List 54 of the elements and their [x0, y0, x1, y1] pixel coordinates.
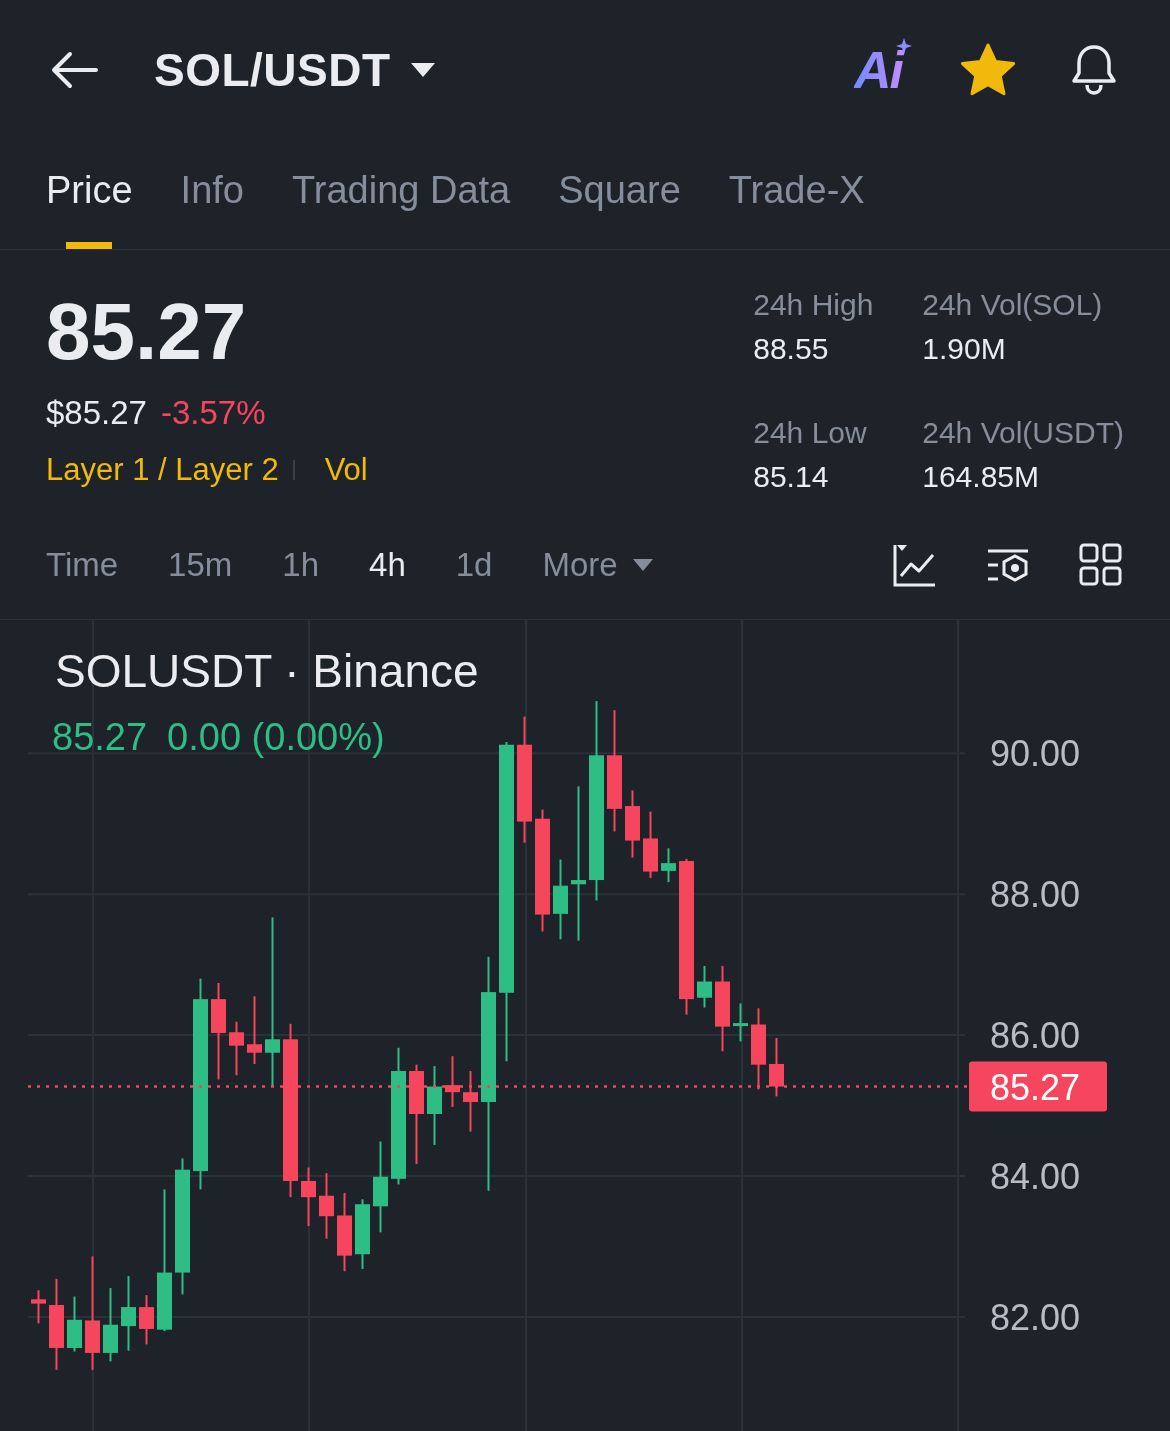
- candlestick: [301, 1166, 316, 1228]
- usd-price: $85.27: [46, 394, 147, 432]
- interval-option[interactable]: 15m: [168, 545, 233, 584]
- price-change: -3.57%: [160, 394, 266, 432]
- category-tag[interactable]: Layer 1 / Layer 2: [46, 452, 279, 488]
- candlestick: [661, 847, 676, 884]
- category-tag[interactable]: Vol: [324, 452, 368, 488]
- interval-option[interactable]: 1d: [455, 545, 493, 584]
- candlestick: [247, 995, 262, 1065]
- axis-label: 90.00: [990, 733, 1081, 775]
- legend-price: 85.27: [52, 716, 148, 759]
- tab[interactable]: Square: [558, 140, 681, 249]
- candlestick: [445, 1055, 460, 1108]
- stat-value: 1.90M: [922, 332, 1007, 366]
- ref-line-label: 85.27: [990, 1066, 1081, 1108]
- stat-label: 24h Low: [753, 416, 868, 450]
- price-tag: 85.27: [969, 1061, 1107, 1112]
- stat-value: 164.85M: [922, 460, 1040, 494]
- back-arrow-icon[interactable]: [50, 50, 98, 90]
- caret-icon[interactable]: [408, 61, 437, 79]
- stat-label: 24h Vol(SOL): [922, 288, 1104, 322]
- candlestick: [31, 1289, 46, 1325]
- axis-label: 86.00: [990, 1015, 1081, 1057]
- candlestick: [67, 1295, 82, 1353]
- star-icon[interactable]: [960, 43, 1016, 97]
- stat-value: 88.55: [753, 332, 830, 366]
- last-price: 85.27: [46, 292, 248, 372]
- tab[interactable]: Price: [46, 140, 133, 249]
- stat-value: 85.14: [753, 460, 830, 494]
- tab[interactable]: Trading Data: [291, 140, 511, 249]
- chart-symbol: SOLUSDT · Binance: [55, 644, 479, 698]
- axis-label: 88.00: [990, 874, 1081, 916]
- axis-label: 82.00: [990, 1296, 1081, 1338]
- grid-icon[interactable]: [1078, 541, 1124, 588]
- candlestick: [319, 1172, 334, 1240]
- candlestick: [643, 810, 658, 879]
- interval-option[interactable]: 1h: [282, 545, 320, 584]
- interval-option[interactable]: 4h: [369, 545, 406, 584]
- stat-label: 24h Vol(USDT): [922, 416, 1124, 450]
- candlestick: [769, 1036, 784, 1098]
- tab[interactable]: Info: [180, 140, 244, 249]
- candlestick: [733, 1002, 748, 1043]
- candlestick: [139, 1294, 154, 1346]
- stat-label: 24h High: [753, 288, 875, 322]
- interval-option[interactable]: More: [542, 545, 654, 584]
- candlestick: [625, 789, 640, 859]
- candlestick: [463, 1070, 478, 1133]
- axis-label: 84.00: [990, 1156, 1081, 1197]
- legend-change: 0.00 (0.00%): [167, 716, 385, 759]
- candlestick: [229, 1020, 244, 1077]
- interval-option[interactable]: Time: [46, 545, 119, 584]
- candlestick: [697, 965, 712, 1009]
- tab[interactable]: Trade-X: [728, 140, 865, 249]
- pair-title[interactable]: SOL/USDT: [154, 43, 391, 97]
